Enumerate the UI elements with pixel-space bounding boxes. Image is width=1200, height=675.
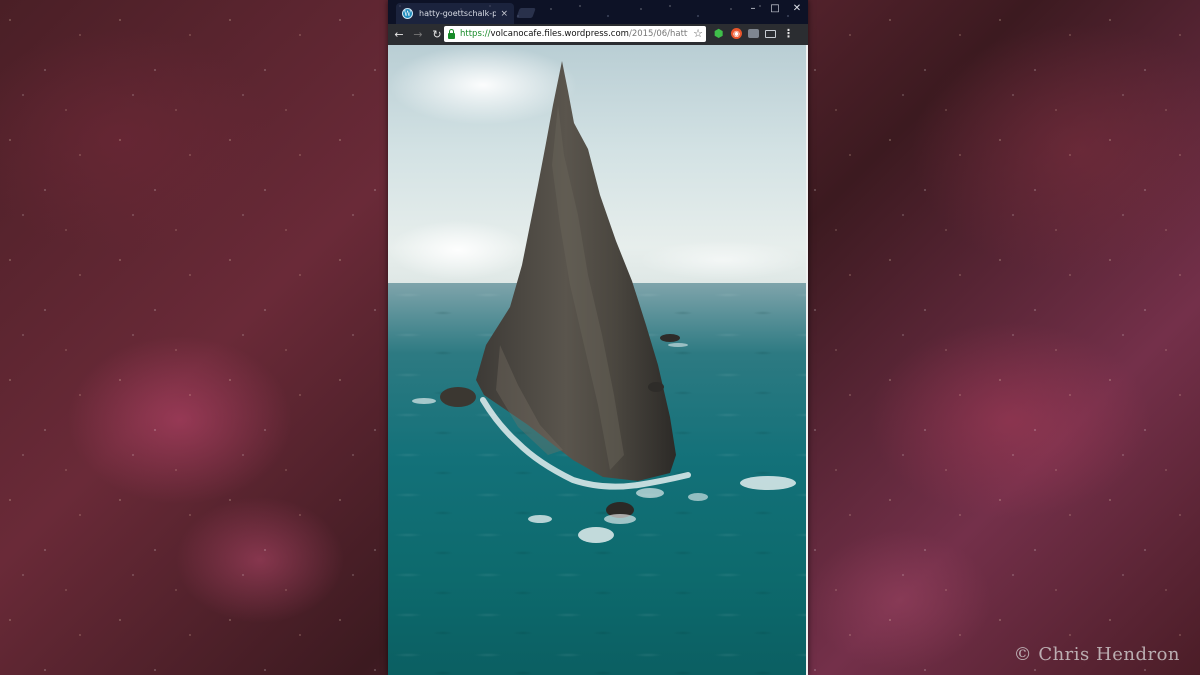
minimize-button[interactable]: – xyxy=(748,3,758,14)
wordpress-icon: W xyxy=(402,8,413,19)
small-rock xyxy=(440,387,476,407)
address-bar[interactable]: https://volcanocafe.files.wordpress.com/… xyxy=(444,26,706,42)
sea-stack-rock xyxy=(412,61,796,543)
tab-close-icon[interactable]: × xyxy=(500,9,508,19)
surf-foam xyxy=(740,476,796,490)
surf-foam xyxy=(636,488,664,498)
bookmark-star-icon[interactable]: ☆ xyxy=(693,27,703,40)
rss-icon[interactable]: ◉ xyxy=(731,28,742,39)
tab-strip: W hatty-goettschalk-pyram × – □ ✕ xyxy=(388,0,808,24)
small-rock xyxy=(660,334,680,342)
forward-button[interactable]: → xyxy=(411,28,425,42)
url-host: volcanocafe.files.wordpress.com xyxy=(490,29,629,39)
browser-tab[interactable]: W hatty-goettschalk-pyram × xyxy=(396,3,514,24)
surf-foam xyxy=(688,493,708,501)
small-rock xyxy=(648,382,664,392)
surf-foam xyxy=(578,527,614,543)
window-controls: – □ ✕ xyxy=(748,3,802,14)
surf-foam xyxy=(604,514,636,524)
extension-tray: ⬢ ◉ ⋮ xyxy=(712,27,795,40)
browser-window: W hatty-goettschalk-pyram × – □ ✕ ← → ↻ … xyxy=(388,0,808,675)
url-path: /2015/06/hatty-g xyxy=(628,29,688,39)
url-scheme: https:// xyxy=(460,29,491,39)
wallpaper-watermark: © Chris Hendron xyxy=(1013,644,1180,665)
close-window-button[interactable]: ✕ xyxy=(792,3,802,14)
browser-toolbar: ← → ↻ https://volcanocafe.files.wordpres… xyxy=(388,24,808,45)
chrome-menu-button[interactable]: ⋮ xyxy=(782,27,795,40)
surf-foam xyxy=(528,515,552,523)
reload-button[interactable]: ↻ xyxy=(430,28,444,42)
url-text[interactable]: https://volcanocafe.files.wordpress.com/… xyxy=(460,29,688,39)
cast-icon[interactable] xyxy=(765,29,776,38)
tab-title: hatty-goettschalk-pyram xyxy=(419,9,497,18)
surf-foam xyxy=(412,398,436,404)
lock-icon xyxy=(448,28,455,39)
maximize-button[interactable]: □ xyxy=(770,3,780,14)
surf-foam xyxy=(668,343,688,347)
back-button[interactable]: ← xyxy=(392,28,406,42)
extension-icon[interactable] xyxy=(748,29,759,38)
shield-icon[interactable]: ⬢ xyxy=(712,27,725,40)
page-scroll-edge[interactable] xyxy=(806,45,808,675)
page-image xyxy=(388,45,806,675)
